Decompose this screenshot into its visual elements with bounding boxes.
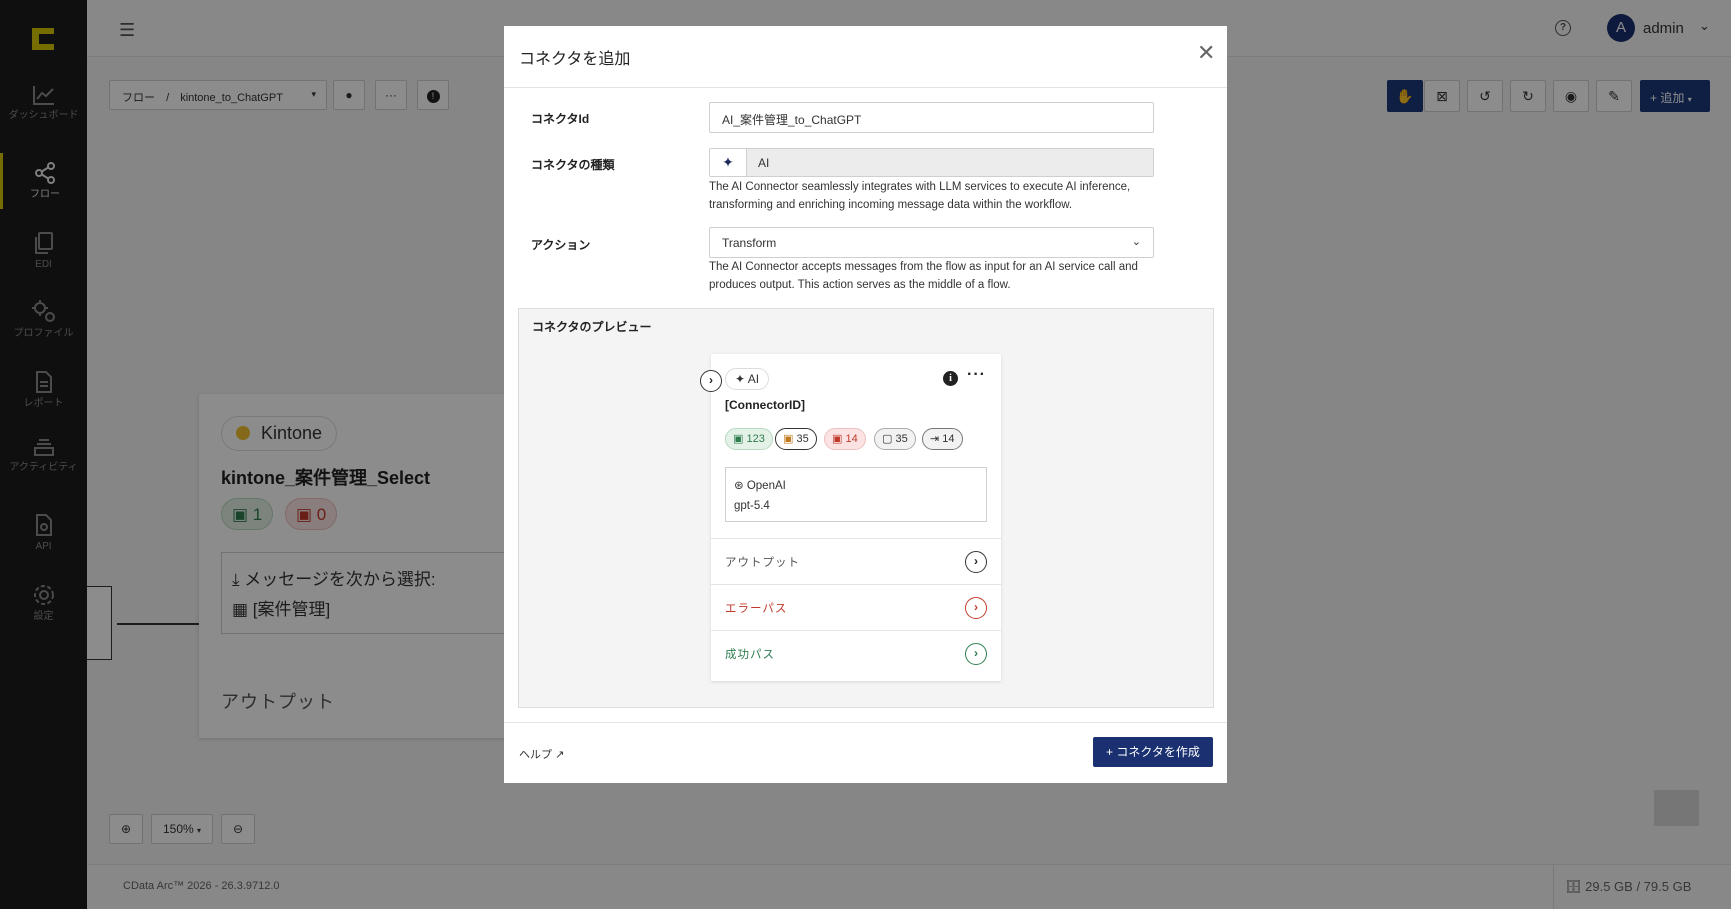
output-port-icon: › — [965, 551, 987, 573]
pending-count-badge: ▣ 35 — [775, 428, 817, 450]
plus-icon: + — [1106, 745, 1114, 759]
total-count-badge: ▢ 35 — [874, 428, 916, 450]
modal-title: コネクタを追加 — [519, 51, 631, 68]
modal-header: コネクタを追加 ✕ — [504, 26, 1227, 88]
connector-id-input[interactable]: AI_案件管理_to_ChatGPT — [709, 102, 1154, 133]
error-count-badge: ▣ 14 — [824, 428, 866, 450]
badge-value: 14 — [942, 433, 955, 445]
sparkle-icon: ✦ — [710, 149, 747, 176]
help-link[interactable]: ヘルプ ↗ — [519, 746, 564, 762]
success-path-row: 成功パス › — [711, 630, 1001, 676]
preview-connector-id: [ConnectorID] — [725, 398, 805, 412]
connector-preview: コネクタのプレビュー › ✦ AI i ··· [ConnectorID] ▣ … — [518, 308, 1214, 708]
skipped-count-badge: ⇥ 14 — [922, 428, 963, 450]
file-pending-icon: ▣ — [783, 433, 794, 445]
action-select[interactable]: Transform ⌄ — [709, 227, 1154, 258]
external-link-icon: ↗ — [555, 749, 565, 761]
success-port-icon: › — [965, 643, 987, 665]
add-connector-modal: コネクタを追加 ✕ コネクタId AI_案件管理_to_ChatGPT コネクタ… — [504, 26, 1227, 783]
skip-icon: ⇥ — [930, 433, 940, 445]
error-port-icon: › — [965, 597, 987, 619]
connector-type-value: AI — [758, 156, 770, 170]
connector-id-label: コネクタId — [531, 112, 590, 126]
action-description: The AI Connector accepts messages from t… — [709, 261, 1138, 291]
sparkle-icon: ✦ — [735, 372, 746, 386]
error-path-row: エラーパス › — [711, 584, 1001, 630]
success-count-badge: ▣ 123 — [725, 428, 773, 450]
provider-name: OpenAI — [746, 480, 786, 492]
badge-value: 35 — [895, 433, 908, 445]
preview-type-pill: ✦ AI — [725, 368, 770, 390]
action-label: アクション — [531, 238, 591, 252]
preview-label: コネクタのプレビュー — [532, 320, 652, 334]
output-row: アウトプット › — [711, 538, 1001, 584]
badge-value: 35 — [796, 433, 809, 445]
connector-type-description: The AI Connector seamlessly integrates w… — [709, 181, 1131, 211]
provider-box: ⊛ OpenAI gpt-5.4 — [725, 467, 987, 522]
create-connector-label: コネクタを作成 — [1116, 745, 1200, 759]
preview-type-label: AI — [747, 372, 760, 386]
openai-icon: ⊛ — [734, 480, 744, 492]
preview-card: › ✦ AI i ··· [ConnectorID] ▣ 123 ▣ 35 ▣ … — [700, 354, 1001, 681]
file-check-icon: ▣ — [733, 433, 744, 445]
info-icon: i — [943, 371, 958, 386]
create-connector-button[interactable]: + コネクタを作成 — [1093, 737, 1213, 767]
model-name: gpt-5.4 — [734, 500, 770, 512]
input-port-icon: › — [700, 370, 722, 392]
file-icon: ▢ — [882, 433, 893, 445]
connector-type-field: ✦ AI — [709, 148, 1154, 177]
close-icon[interactable]: ✕ — [1197, 42, 1215, 64]
badge-value: 123 — [746, 433, 765, 445]
success-path-label: 成功パス — [725, 649, 775, 661]
modal-footer: ヘルプ ↗ + コネクタを作成 — [504, 722, 1227, 783]
file-error-icon: ▣ — [832, 433, 843, 445]
help-label: ヘルプ — [519, 749, 552, 761]
badge-value: 14 — [845, 433, 858, 445]
chevron-down-icon: ⌄ — [1131, 236, 1141, 248]
error-path-label: エラーパス — [725, 603, 788, 615]
action-value: Transform — [722, 236, 777, 250]
output-label: アウトプット — [725, 557, 800, 569]
connector-type-label: コネクタの種類 — [531, 158, 615, 172]
ellipsis-icon: ··· — [967, 366, 986, 383]
